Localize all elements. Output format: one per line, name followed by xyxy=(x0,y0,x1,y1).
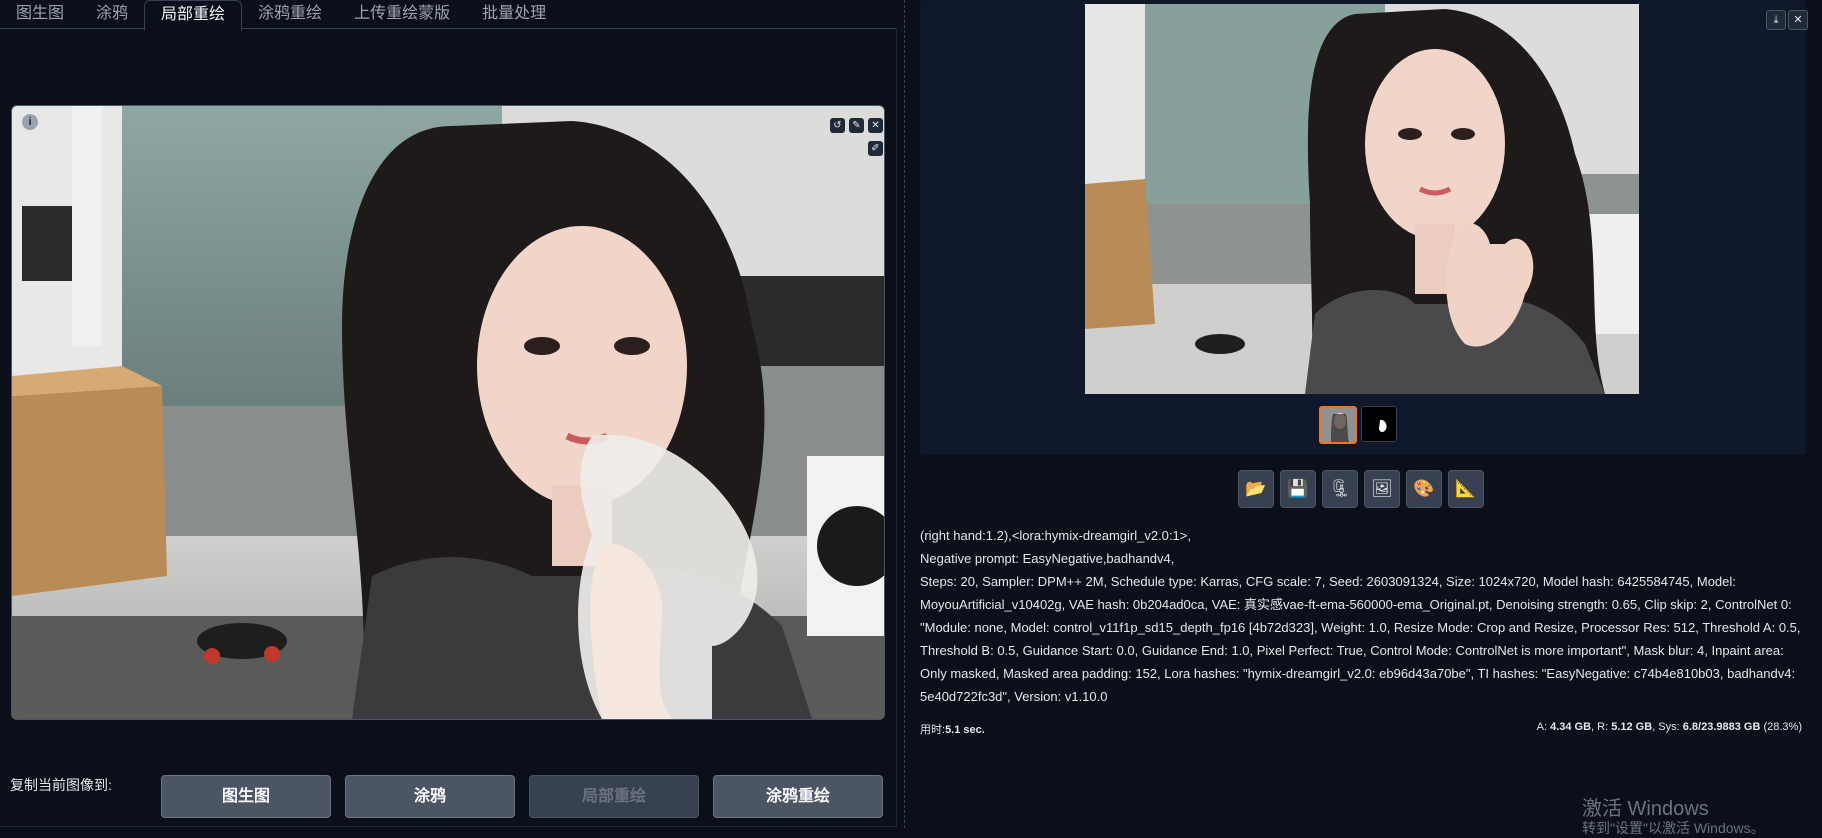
undo-icon[interactable]: ↺ xyxy=(830,118,845,133)
time-taken: 用时:5.1 sec. xyxy=(920,721,985,737)
copy-to-inpaint-button[interactable]: 局部重绘 xyxy=(529,775,699,818)
tab-img2img[interactable]: 图生图 xyxy=(0,0,80,28)
tab-inpaint[interactable]: 局部重绘 xyxy=(144,0,243,31)
time-label: 用时: xyxy=(920,724,946,736)
info-line: Threshold B: 0.5, Guidance Start: 0.0, G… xyxy=(920,643,1784,658)
right-panel: ⤓ ✕ 📂 💾 🗜 🖼 🎨 📐 (right hand:1.2),<lora:h… xyxy=(914,0,1822,828)
mem-sys-label: , Sys: xyxy=(1652,721,1683,733)
tab-bar: 图生图 涂鸦 局部重绘 涂鸦重绘 上传重绘蒙版 批量处理 xyxy=(0,0,896,31)
output-image xyxy=(1085,4,1639,394)
send-to-inpaint-button[interactable]: 🎨 xyxy=(1406,470,1442,508)
memory-stats: A: 4.34 GB, R: 5.12 GB, Sys: 6.8/23.9883… xyxy=(1537,721,1802,733)
zip-button[interactable]: 🗜 xyxy=(1322,470,1358,508)
generation-info: (right hand:1.2),<lora:hymix-dreamgirl_v… xyxy=(920,524,1810,708)
tab-inpaint-sketch[interactable]: 涂鸦重绘 xyxy=(242,0,338,28)
mem-r-label: , R: xyxy=(1591,721,1612,733)
send-to-extras-button[interactable]: 📐 xyxy=(1448,470,1484,508)
download-icon[interactable]: ⤓ xyxy=(1766,10,1786,30)
mem-sys-value: 6.8/23.9883 GB xyxy=(1682,721,1761,733)
mem-a-value: 4.34 GB xyxy=(1550,721,1592,733)
info-line: MoyouArtificial_v10402g, VAE hash: 0b204… xyxy=(920,597,1792,612)
info-line: (right hand:1.2),<lora:hymix-dreamgirl_v… xyxy=(920,528,1191,543)
inpaint-canvas[interactable]: i ↺ ✎ ✕ ✐ xyxy=(11,105,885,720)
activate-windows-title: 激活 Windows xyxy=(1582,798,1709,820)
info-line: 5e40d722fc3d", Version: v1.10.0 xyxy=(920,689,1108,704)
thumbnail-image[interactable] xyxy=(1319,406,1357,444)
canvas-image xyxy=(12,106,884,719)
output-preview[interactable] xyxy=(1085,4,1639,394)
copy-to-label: 复制当前图像到: xyxy=(10,777,112,793)
mask-preview xyxy=(1362,407,1396,441)
send-to-img2img-button[interactable]: 🖼 xyxy=(1364,470,1400,508)
left-panel: 图生图 涂鸦 局部重绘 涂鸦重绘 上传重绘蒙版 批量处理 i ↺ ✎ ✕ ✐ 复… xyxy=(0,0,900,828)
output-gallery: ⤓ ✕ xyxy=(920,0,1808,455)
mem-a-label: A: xyxy=(1536,721,1551,733)
info-line: "Module: none, Model: control_v11f1p_sd1… xyxy=(920,620,1801,635)
mem-r-value: 5.12 GB xyxy=(1611,721,1653,733)
panel-divider[interactable] xyxy=(904,0,905,828)
thumbnail-preview xyxy=(1321,408,1355,442)
thumbnail-mask[interactable] xyxy=(1361,406,1397,442)
tab-inpaint-upload[interactable]: 上传重绘蒙版 xyxy=(338,0,466,28)
info-icon[interactable]: i xyxy=(22,114,38,130)
brush-icon[interactable]: ✎ xyxy=(849,118,864,133)
tab-batch[interactable]: 批量处理 xyxy=(466,0,562,28)
activate-windows-subtitle: 转到"设置"以激活 Windows。 xyxy=(1582,820,1765,836)
tab-sketch[interactable]: 涂鸦 xyxy=(80,0,144,28)
folder-button[interactable]: 📂 xyxy=(1238,470,1274,508)
time-value: 5.1 sec. xyxy=(945,724,985,736)
copy-to-sketch-button[interactable]: 涂鸦 xyxy=(345,775,515,818)
close-icon[interactable]: ✕ xyxy=(1788,10,1808,30)
info-line: Only masked, Masked area padding: 152, L… xyxy=(920,666,1796,681)
copy-to-inpaint-sketch-button[interactable]: 涂鸦重绘 xyxy=(713,775,883,818)
info-line: Steps: 20, Sampler: DPM++ 2M, Schedule t… xyxy=(920,574,1736,589)
close-icon[interactable]: ✕ xyxy=(868,118,883,133)
brush-color-icon[interactable]: ✐ xyxy=(868,141,883,156)
copy-to-img2img-button[interactable]: 图生图 xyxy=(161,775,331,818)
save-button[interactable]: 💾 xyxy=(1280,470,1316,508)
mem-pct: (28.3%) xyxy=(1760,721,1802,733)
info-line: Negative prompt: EasyNegative,badhandv4, xyxy=(920,551,1175,566)
